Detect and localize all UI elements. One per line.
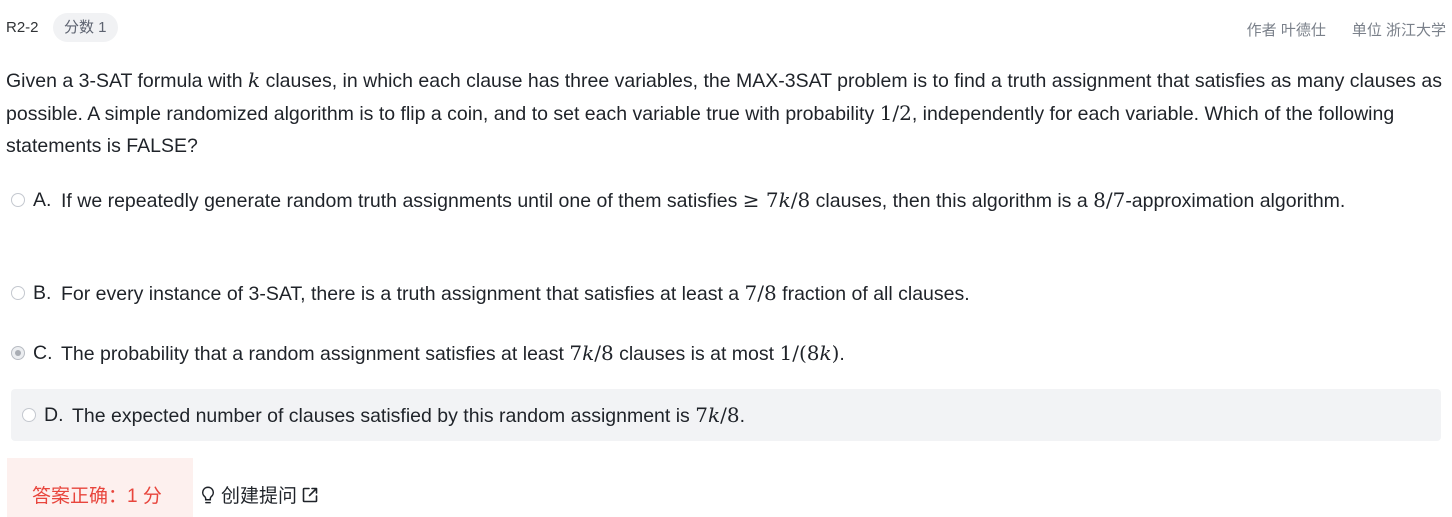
question-text: Given a 3-SAT formula with k clauses, in… [6, 64, 1444, 162]
radio-option-b[interactable] [11, 286, 25, 300]
radio-option-d[interactable] [22, 408, 36, 422]
radio-option-a[interactable] [11, 193, 25, 207]
option-d[interactable]: D. The expected number of clauses satisf… [11, 389, 1441, 441]
external-link-icon [301, 486, 319, 504]
create-question-label: 创建提问 [221, 486, 298, 507]
option-text: If we repeatedly generate random truth a… [61, 188, 1346, 212]
question-id: R2-2 [6, 19, 39, 36]
option-a[interactable]: A. If we repeatedly generate random trut… [11, 184, 1441, 217]
question-meta: 作者 叶德仕 单位 浙江大学 [1247, 19, 1446, 40]
option-c[interactable]: C. The probability that a random assignm… [11, 337, 1441, 370]
math-one-half: 1/2 [879, 101, 912, 125]
question-text-part: Given a 3-SAT formula with [6, 70, 249, 92]
option-letter: B. [33, 282, 52, 304]
author-label: 作者 叶德仕 [1246, 22, 1326, 39]
option-b[interactable]: B. For every instance of 3-SAT, there is… [11, 277, 1441, 310]
math-k: k [248, 68, 261, 92]
lightbulb-icon [199, 485, 217, 505]
option-letter: D. [44, 404, 64, 426]
option-letter: C. [33, 342, 53, 364]
unit-label: 单位 浙江大学 [1351, 22, 1446, 39]
option-text: For every instance of 3-SAT, there is a … [61, 281, 970, 305]
answer-result-box: 答案正确：1 分 [7, 458, 193, 517]
option-text: The expected number of clauses satisfied… [72, 403, 745, 427]
option-text: The probability that a random assignment… [61, 341, 845, 365]
radio-option-c-selected[interactable] [11, 346, 25, 360]
question-header: R2-2 分数 1 作者 叶德仕 单位 浙江大学 [0, 0, 1452, 56]
answer-result-text: 答案正确：1 分 [32, 486, 162, 507]
option-letter: A. [33, 189, 52, 211]
create-question-button[interactable]: 创建提问 [199, 481, 319, 508]
score-badge: 分数 1 [53, 13, 118, 42]
